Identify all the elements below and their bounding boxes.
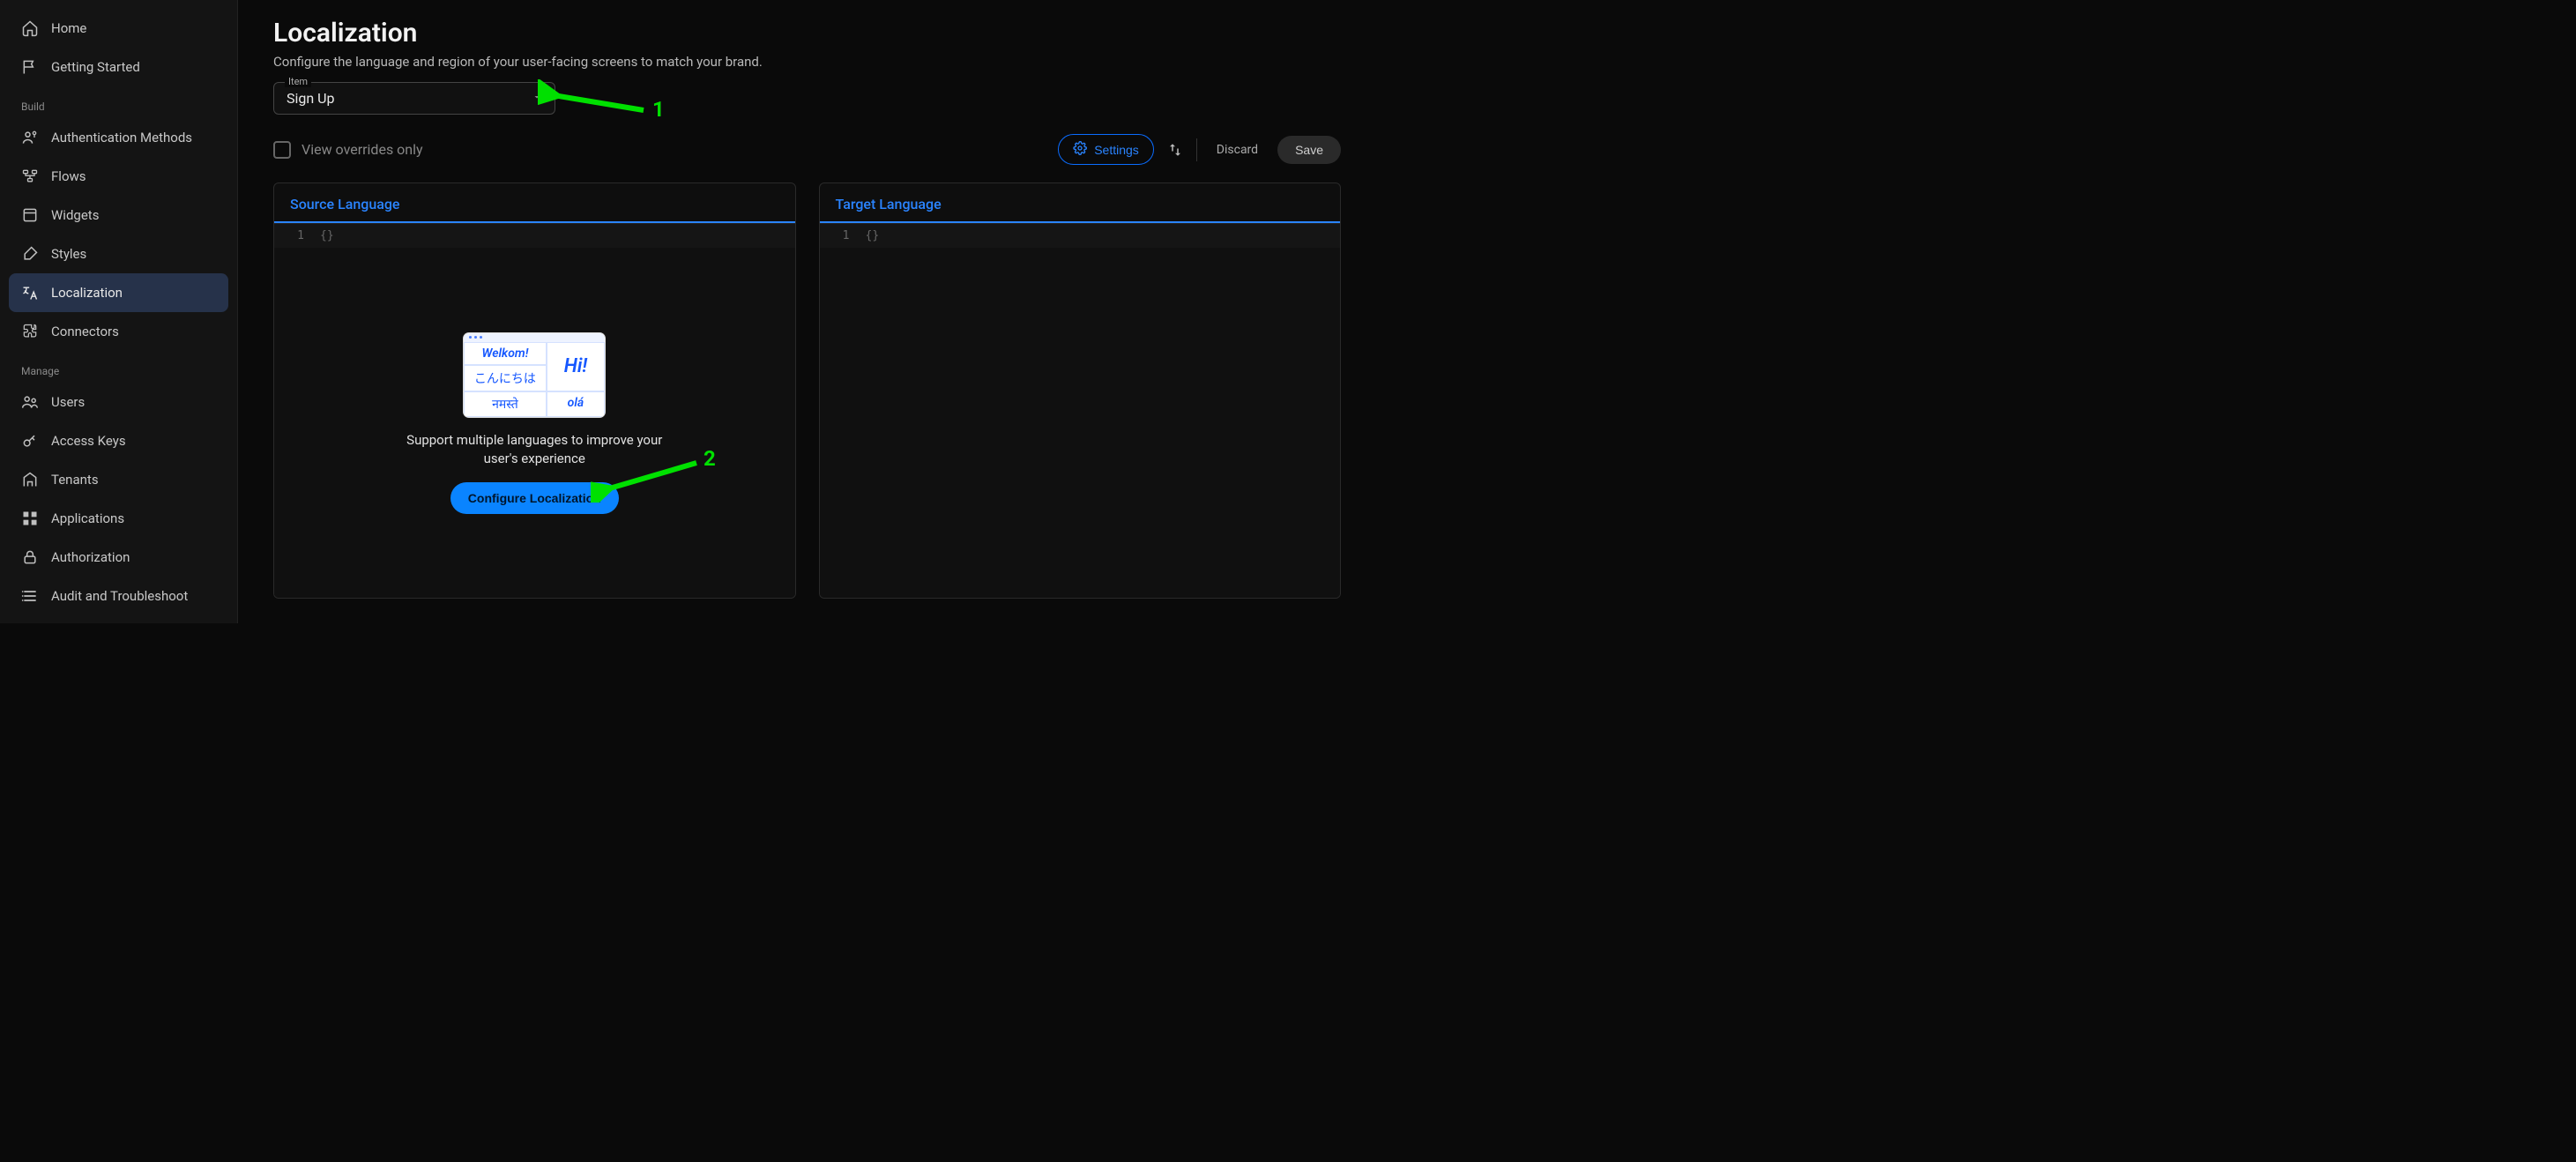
annotation-arrow-2: 2 [591,450,705,503]
tab-source-language[interactable]: Source Language [274,183,795,223]
sidebar-item-label: Widgets [51,207,99,223]
source-line: {} [313,224,341,248]
target-editor-body[interactable] [820,249,1341,598]
sidebar-item-applications[interactable]: Applications [9,499,228,538]
page-subtitle: Configure the language and region of you… [273,54,1341,70]
sidebar-item-getting-started[interactable]: Getting Started [9,48,228,86]
sidebar-item-access-keys[interactable]: Access Keys [9,421,228,460]
widget-icon [21,206,39,224]
sidebar-item-authentication-methods[interactable]: Authentication Methods [9,118,228,157]
settings-button[interactable]: Settings [1058,134,1154,165]
brush-icon [21,245,39,263]
tab-target-language[interactable]: Target Language [820,183,1341,223]
sidebar-item-label: Authentication Methods [51,130,192,145]
sidebar-item-tenants[interactable]: Tenants [9,460,228,499]
editor-panels: Source Language 1 {} Welkom! Hi! こんにちは [273,182,1341,599]
sidebar-item-label: Access Keys [51,433,126,449]
sidebar-item-users[interactable]: Users [9,383,228,421]
home-icon [21,19,39,37]
list-icon [21,587,39,605]
sidebar-item-label: Connectors [51,324,119,339]
annotation-arrow-1: 1 [538,79,652,123]
section-label-manage: Manage [9,351,228,383]
overrides-checkbox[interactable] [273,141,291,159]
sidebar-item-styles[interactable]: Styles [9,235,228,273]
sidebar-item-flows[interactable]: Flows [9,157,228,196]
toolbar-divider [1196,138,1197,161]
sidebar-item-widgets[interactable]: Widgets [9,196,228,235]
translate-icon [21,284,39,302]
sidebar-item-label: Home [51,20,86,36]
localization-illustration: Welkom! Hi! こんにちは नमस्ते olá [464,333,605,417]
sidebar-item-label: Tenants [51,472,99,488]
sidebar-item-label: Getting Started [51,59,140,75]
sidebar-item-label: Localization [51,285,123,301]
empty-state: Welkom! Hi! こんにちは नमस्ते olá Support mul… [274,249,795,598]
sidebar-item-home[interactable]: Home [9,9,228,48]
sidebar-item-label: Audit and Troubleshoot [51,588,188,604]
settings-label: Settings [1094,143,1139,157]
sidebar-item-connectors[interactable]: Connectors [9,312,228,351]
swap-icon[interactable] [1166,141,1184,159]
main-content: Localization Configure the language and … [238,0,1376,623]
target-line: {} [859,224,887,248]
sidebar-item-label: Authorization [51,549,130,565]
sidebar-item-label: Flows [51,168,86,184]
building-icon [21,471,39,488]
item-select-label: Item [285,76,311,87]
flows-icon [21,168,39,185]
apps-icon [21,510,39,527]
key-icon [21,432,39,450]
users-icon [21,393,39,411]
item-select[interactable]: Item Sign Up [273,82,555,115]
source-editor-body[interactable]: Welkom! Hi! こんにちは नमस्ते olá Support mul… [274,249,795,598]
sidebar: Home Getting Started Build Authentication… [0,0,238,623]
save-button[interactable]: Save [1277,136,1341,164]
target-gutter: 1 [820,224,859,248]
source-panel: Source Language 1 {} Welkom! Hi! こんにちは [273,182,796,599]
gear-icon [1073,141,1087,158]
puzzle-icon [21,323,39,340]
item-select-value: Sign Up [287,90,335,107]
page-title: Localization [273,18,1341,48]
person-key-icon [21,129,39,146]
section-label-build: Build [9,86,228,118]
target-panel: Target Language 1 {} [819,182,1342,599]
source-gutter: 1 [274,224,313,248]
flag-icon [21,58,39,76]
sidebar-item-authorization[interactable]: Authorization [9,538,228,577]
toolbar: View overrides only Settings Discard Sav… [273,134,1341,165]
discard-button[interactable]: Discard [1210,138,1265,162]
sidebar-item-label: Styles [51,246,86,262]
sidebar-item-label: Applications [51,510,124,526]
overrides-label: View overrides only [302,141,423,158]
lock-icon [21,548,39,566]
sidebar-item-localization[interactable]: Localization [9,273,228,312]
sidebar-item-label: Users [51,394,85,410]
sidebar-item-audit-and-troubleshoot[interactable]: Audit and Troubleshoot [9,577,228,615]
